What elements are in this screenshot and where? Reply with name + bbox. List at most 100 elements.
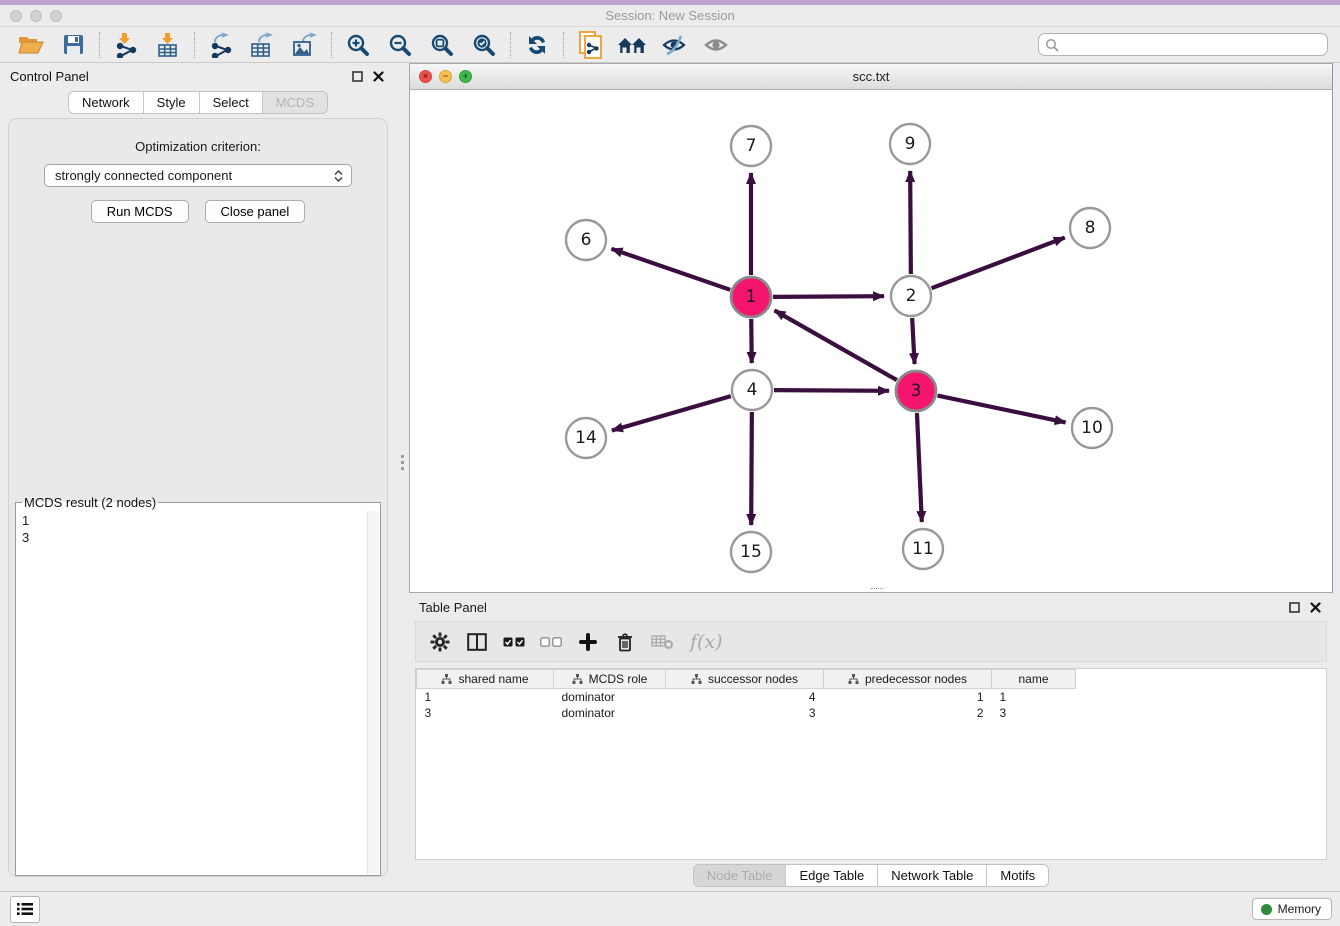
edge-2-8[interactable] (932, 238, 1065, 289)
panel-splitter[interactable] (396, 63, 409, 891)
float-panel-icon[interactable] (352, 71, 363, 82)
tab-select[interactable]: Select (199, 92, 262, 113)
tab-mcds[interactable]: MCDS (262, 92, 327, 113)
cell-successor-nodes[interactable]: 3 (666, 705, 824, 721)
criterion-dropdown[interactable]: strongly connected component (44, 164, 352, 187)
column-header-mcds-role[interactable]: MCDS role (554, 670, 666, 689)
mcds-result-line: 3 (22, 529, 366, 546)
cell-predecessor-nodes[interactable]: 1 (824, 689, 992, 705)
column-browser-button[interactable] (466, 630, 488, 654)
cell-name[interactable]: 3 (992, 705, 1076, 721)
close-network-button[interactable]: × (419, 70, 432, 83)
zoom-window-button[interactable] (50, 10, 62, 22)
column-header-successor-nodes[interactable]: successor nodes (666, 670, 824, 689)
tab-motifs[interactable]: Motifs (986, 865, 1048, 886)
result-scrollbar[interactable] (367, 511, 379, 874)
table-row[interactable]: 1 dominator 4 1 1 (417, 689, 1076, 705)
edge-1-6[interactable] (612, 249, 731, 290)
delete-row-button[interactable] (614, 630, 636, 654)
apply-layout-button[interactable] (516, 29, 558, 61)
search-input[interactable] (1059, 35, 1327, 54)
show-panels-button[interactable] (10, 896, 40, 923)
column-header-name[interactable]: name (992, 670, 1076, 689)
close-window-button[interactable] (10, 10, 22, 22)
memory-button[interactable]: Memory (1252, 898, 1332, 920)
add-row-button[interactable] (577, 630, 599, 654)
control-panel-tabs: Network Style Select MCDS (0, 91, 396, 114)
import-table-button[interactable] (147, 29, 189, 61)
trash-icon (616, 632, 634, 652)
edge-3-1[interactable] (774, 310, 896, 380)
mcds-result-box: MCDS result (2 nodes) 1 3 (15, 495, 381, 876)
node-label-9: 9 (905, 134, 916, 154)
edge-1-2[interactable] (773, 296, 884, 297)
tab-edge-table[interactable]: Edge Table (785, 865, 877, 886)
memory-status-icon (1261, 904, 1272, 915)
fx-icon: f(x) (690, 631, 723, 653)
eye-icon (703, 33, 729, 57)
hide-graphics-details-button[interactable] (653, 29, 695, 61)
import-network-button[interactable] (105, 29, 147, 61)
table-row[interactable]: 3 dominator 3 2 3 (417, 705, 1076, 721)
edge-4-15[interactable] (751, 412, 752, 525)
unchecked-boxes-icon (540, 637, 562, 647)
export-network-icon (208, 32, 234, 58)
search-box[interactable] (1038, 33, 1328, 56)
tab-style[interactable]: Style (143, 92, 199, 113)
edge-3-11[interactable] (917, 413, 922, 522)
window-resize-grip[interactable] (871, 588, 883, 591)
edge-4-3[interactable] (774, 390, 889, 391)
export-network-button[interactable] (200, 29, 242, 61)
column-settings-button[interactable] (429, 630, 451, 654)
select-all-button[interactable] (503, 630, 525, 654)
zoom-selected-button[interactable] (463, 29, 505, 61)
float-panel-icon[interactable] (1289, 602, 1300, 613)
minimize-window-button[interactable] (30, 10, 42, 22)
close-panel-icon[interactable] (1310, 602, 1321, 613)
deselect-all-button[interactable] (540, 630, 562, 654)
main-content: Control Panel Network Style Select MCDS … (0, 63, 1340, 891)
toolbar-separator (563, 32, 564, 58)
save-session-button[interactable] (52, 29, 94, 61)
show-graphics-details-button[interactable] (695, 29, 737, 61)
cell-predecessor-nodes[interactable]: 2 (824, 705, 992, 721)
toolbar-separator (194, 32, 195, 58)
run-mcds-button[interactable]: Run MCDS (91, 200, 189, 223)
network-file-button[interactable] (569, 29, 611, 61)
tab-node-table[interactable]: Node Table (694, 865, 786, 886)
network-graph[interactable]: 7968124314101511 (410, 90, 1332, 592)
cell-mcds-role[interactable]: dominator (554, 705, 666, 721)
export-image-button[interactable] (284, 29, 326, 61)
cell-mcds-role[interactable]: dominator (554, 689, 666, 705)
tab-network-table[interactable]: Network Table (877, 865, 986, 886)
edge-4-14[interactable] (612, 396, 731, 430)
network-canvas[interactable]: 7968124314101511 (410, 90, 1332, 592)
close-panel-icon[interactable] (373, 71, 384, 82)
tab-network[interactable]: Network (69, 92, 143, 113)
cell-shared-name[interactable]: 3 (417, 705, 554, 721)
cell-successor-nodes[interactable]: 4 (666, 689, 824, 705)
edge-2-3[interactable] (912, 318, 914, 364)
cell-name[interactable]: 1 (992, 689, 1076, 705)
toolbar-separator (331, 32, 332, 58)
function-builder-button[interactable]: f(x) (690, 630, 723, 654)
zoom-fit-button[interactable] (421, 29, 463, 61)
toolbar-separator (99, 32, 100, 58)
export-table-icon (250, 32, 276, 58)
column-header-predecessor-nodes[interactable]: predecessor nodes (824, 670, 992, 689)
open-session-button[interactable] (10, 29, 52, 61)
table-toolbar: f(x) (415, 621, 1327, 662)
zoom-out-button[interactable] (379, 29, 421, 61)
cell-shared-name[interactable]: 1 (417, 689, 554, 705)
close-panel-button[interactable]: Close panel (205, 200, 306, 223)
edge-3-10[interactable] (938, 396, 1066, 423)
home-button[interactable] (611, 29, 653, 61)
delete-table-button[interactable] (651, 630, 675, 654)
checked-boxes-icon (503, 637, 525, 647)
minimize-network-button[interactable]: − (439, 70, 452, 83)
column-header-shared-name[interactable]: shared name (417, 670, 554, 689)
zoom-in-button[interactable] (337, 29, 379, 61)
edge-2-9[interactable] (910, 171, 911, 274)
export-table-button[interactable] (242, 29, 284, 61)
zoom-network-button[interactable]: + (459, 70, 472, 83)
